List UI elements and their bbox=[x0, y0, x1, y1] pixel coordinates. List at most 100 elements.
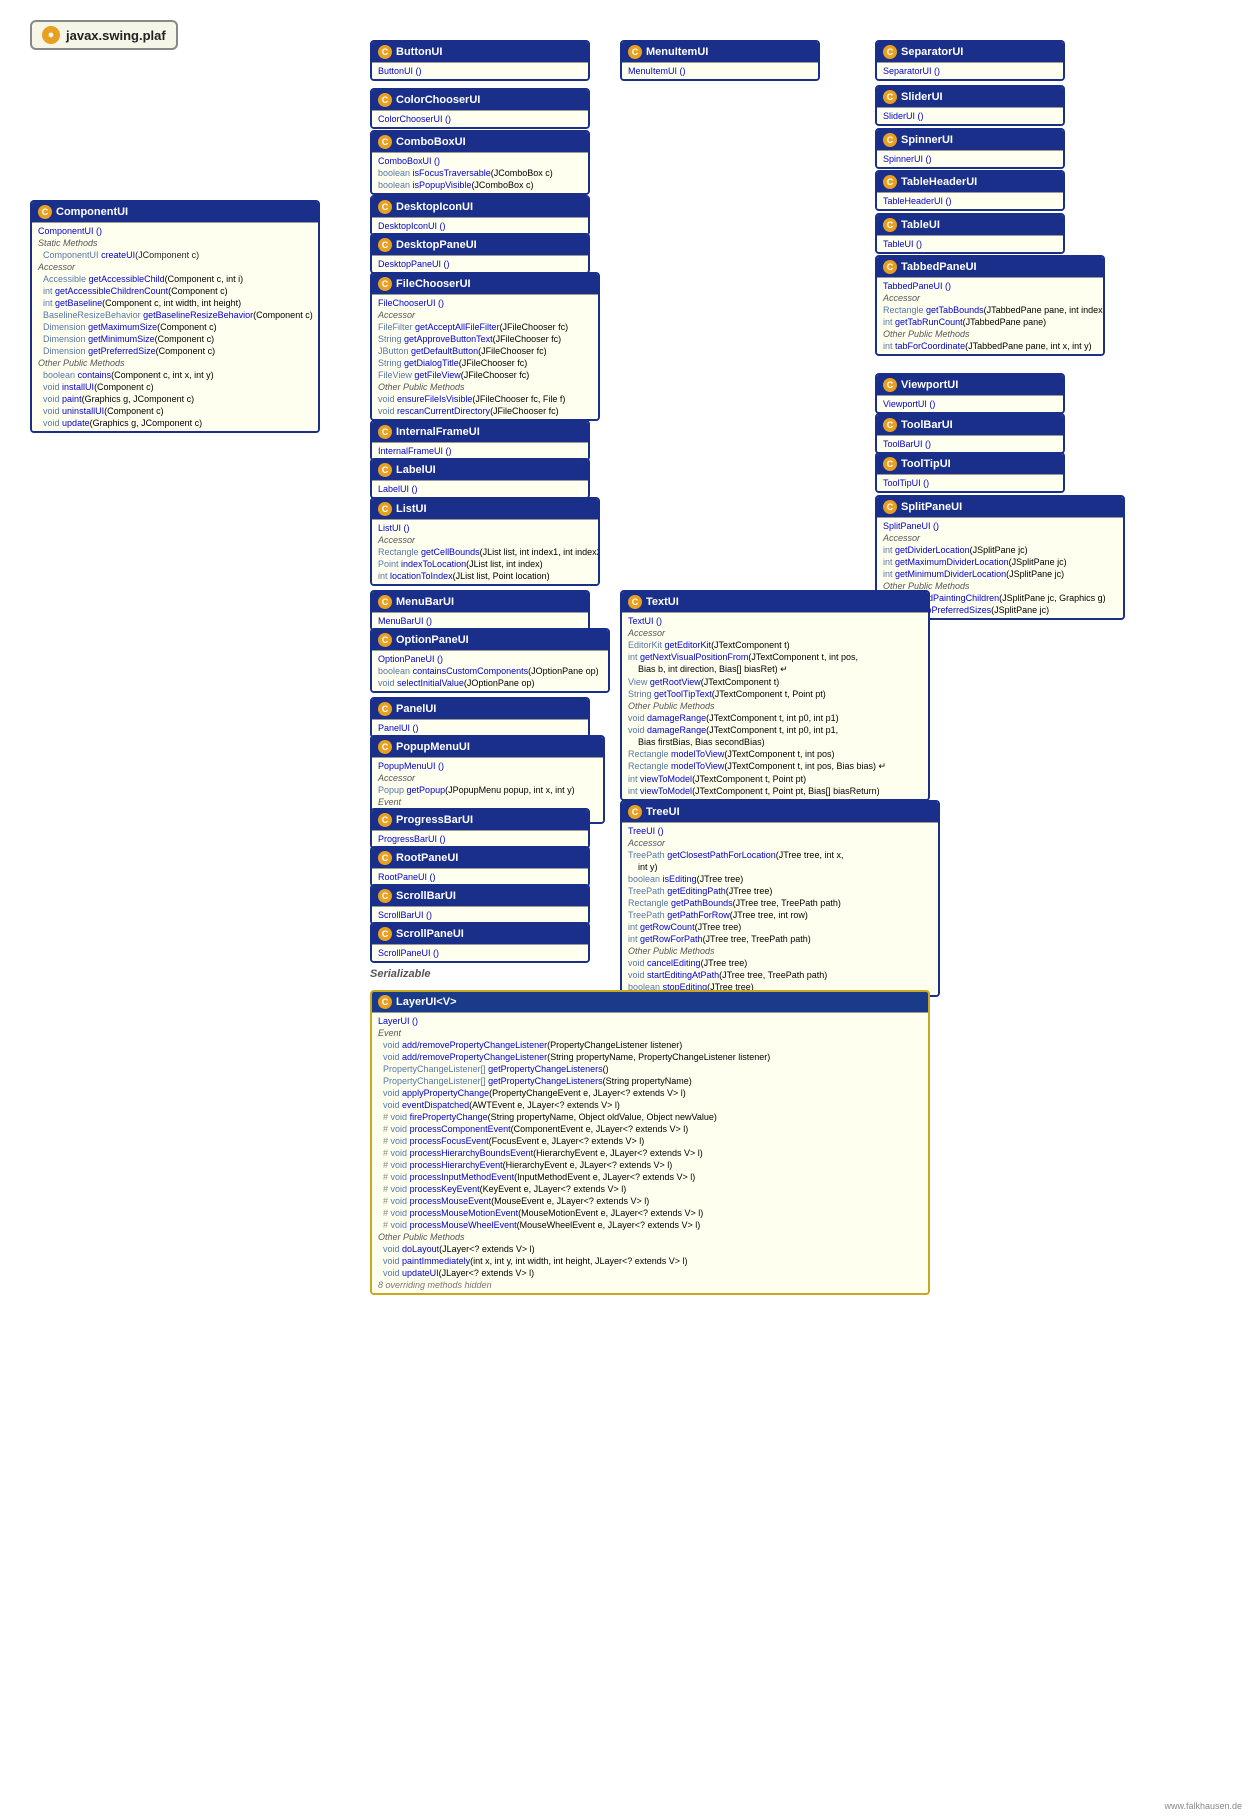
class-title-RootPaneUI: RootPaneUI bbox=[396, 852, 458, 864]
method-addRemovePropertyChangeListener1: void add/removePropertyChangeListener(Pr… bbox=[378, 1039, 922, 1051]
class-header-DesktopPaneUI: C DesktopPaneUI bbox=[372, 235, 588, 255]
method-overriding-hidden: 8 overriding methods hidden bbox=[378, 1279, 922, 1291]
class-body-SeparatorUI: SeparatorUI () bbox=[877, 62, 1063, 79]
class-icon-DesktopPaneUI: C bbox=[378, 238, 392, 252]
class-icon-PanelUI: C bbox=[378, 702, 392, 716]
class-LabelUI: C LabelUI LabelUI () bbox=[370, 458, 590, 499]
class-header-SeparatorUI: C SeparatorUI bbox=[877, 42, 1063, 62]
method-TableHeaderUI-constructor: TableHeaderUI () bbox=[883, 195, 1057, 207]
class-icon-MenuBarUI: C bbox=[378, 595, 392, 609]
class-header-ButtonUI: C ButtonUI bbox=[372, 42, 588, 62]
method-ComponentUI-constructor: ComponentUI () bbox=[38, 225, 312, 237]
class-icon-OptionPaneUI: C bbox=[378, 633, 392, 647]
class-icon-InternalFrameUI: C bbox=[378, 425, 392, 439]
class-title-ComboBoxUI: ComboBoxUI bbox=[396, 136, 466, 148]
class-title-ComponentUI: ComponentUI bbox=[56, 206, 128, 218]
class-title-TextUI: TextUI bbox=[646, 596, 679, 608]
class-ToolTipUI: C ToolTipUI ToolTipUI () bbox=[875, 452, 1065, 493]
class-icon-ComboBoxUI: C bbox=[378, 135, 392, 149]
diagram-container: ● javax.swing.plaf C ComponentUI Compone… bbox=[0, 0, 1252, 1819]
class-body-MenuItemUI: MenuItemUI () bbox=[622, 62, 818, 79]
class-LayerUI: C LayerUI<V> LayerUI () Event void add/r… bbox=[370, 990, 930, 1295]
method-processMouseEvent: # void processMouseEvent(MouseEvent e, J… bbox=[378, 1195, 922, 1207]
class-ProgressBarUI: C ProgressBarUI ProgressBarUI () bbox=[370, 808, 590, 849]
class-InternalFrameUI: C InternalFrameUI InternalFrameUI () bbox=[370, 420, 590, 461]
class-header-TableUI: C TableUI bbox=[877, 215, 1063, 235]
class-title-PanelUI: PanelUI bbox=[396, 703, 436, 715]
class-body-InternalFrameUI: InternalFrameUI () bbox=[372, 442, 588, 459]
method-ensureFileIsVisible: void ensureFileIsVisible(JFileChooser fc… bbox=[378, 393, 592, 405]
class-icon-ScrollPaneUI: C bbox=[378, 927, 392, 941]
method-getCellBounds: Rectangle getCellBounds(JList list, int … bbox=[378, 546, 592, 558]
method-viewToModel2: int viewToModel(JTextComponent t, Point … bbox=[628, 785, 922, 797]
method-getBaselineResizeBehavior: BaselineResizeBehavior getBaselineResize… bbox=[38, 309, 312, 321]
class-icon-TableUI: C bbox=[883, 218, 897, 232]
class-MenuItemUI: C MenuItemUI MenuItemUI () bbox=[620, 40, 820, 81]
class-title-ScrollBarUI: ScrollBarUI bbox=[396, 890, 456, 902]
class-title-SpinnerUI: SpinnerUI bbox=[901, 134, 953, 146]
method-ButtonUI-constructor: ButtonUI () bbox=[378, 65, 582, 77]
class-RootPaneUI: C RootPaneUI RootPaneUI () bbox=[370, 846, 590, 887]
class-header-ScrollPaneUI: C ScrollPaneUI bbox=[372, 924, 588, 944]
class-header-LayerUI: C LayerUI<V> bbox=[372, 992, 928, 1012]
method-locationToIndex: int locationToIndex(JList list, Point lo… bbox=[378, 570, 592, 582]
class-title-DesktopPaneUI: DesktopPaneUI bbox=[396, 239, 477, 251]
method-getMinimumDividerLocation: int getMinimumDividerLocation(JSplitPane… bbox=[883, 568, 1117, 580]
class-body-LayerUI: LayerUI () Event void add/removeProperty… bbox=[372, 1012, 928, 1293]
method-uninstallUI: void uninstallUI(Component c) bbox=[38, 405, 312, 417]
method-processInputMethodEvent: # void processInputMethodEvent(InputMeth… bbox=[378, 1171, 922, 1183]
method-getNextVisualPositionFrom: int getNextVisualPositionFrom(JTextCompo… bbox=[628, 651, 922, 663]
class-title-ButtonUI: ButtonUI bbox=[396, 46, 442, 58]
class-title-TreeUI: TreeUI bbox=[646, 806, 680, 818]
class-title-ViewportUI: ViewportUI bbox=[901, 379, 958, 391]
class-ComponentUI: C ComponentUI ComponentUI () Static Meth… bbox=[30, 200, 320, 433]
class-header-ViewportUI: C ViewportUI bbox=[877, 375, 1063, 395]
method-processMouseWheelEvent: # void processMouseWheelEvent(MouseWheel… bbox=[378, 1219, 922, 1231]
class-title-OptionPaneUI: OptionPaneUI bbox=[396, 634, 469, 646]
class-title-LayerUI: LayerUI<V> bbox=[396, 996, 457, 1008]
class-TreeUI: C TreeUI TreeUI () Accessor TreePath get… bbox=[620, 800, 940, 997]
class-body-MenuBarUI: MenuBarUI () bbox=[372, 612, 588, 629]
class-header-ComponentUI: C ComponentUI bbox=[32, 202, 318, 222]
class-title-TableHeaderUI: TableHeaderUI bbox=[901, 176, 977, 188]
method-ColorChooserUI-constructor: ColorChooserUI () bbox=[378, 113, 582, 125]
method-selectInitialValue: void selectInitialValue(JOptionPane op) bbox=[378, 677, 602, 689]
class-header-SplitPaneUI: C SplitPaneUI bbox=[877, 497, 1123, 517]
class-header-OptionPaneUI: C OptionPaneUI bbox=[372, 630, 608, 650]
method-getMinimumSize: Dimension getMinimumSize(Component c) bbox=[38, 333, 312, 345]
method-getTabRunCount: int getTabRunCount(JTabbedPane pane) bbox=[883, 316, 1097, 328]
method-getNextVisualPositionFrom2: Bias b, int direction, Bias[] biasRet) ↵ bbox=[628, 663, 922, 676]
class-body-TableHeaderUI: TableHeaderUI () bbox=[877, 192, 1063, 209]
class-icon-ButtonUI: C bbox=[378, 45, 392, 59]
class-title-ScrollPaneUI: ScrollPaneUI bbox=[396, 928, 464, 940]
class-ButtonUI: C ButtonUI ButtonUI () bbox=[370, 40, 590, 81]
class-header-FileChooserUI: C FileChooserUI bbox=[372, 274, 598, 294]
package-icon: ● bbox=[42, 26, 60, 44]
method-processMouseMotionEvent: # void processMouseMotionEvent(MouseMoti… bbox=[378, 1207, 922, 1219]
method-rescanCurrentDirectory: void rescanCurrentDirectory(JFileChooser… bbox=[378, 405, 592, 417]
class-ScrollPaneUI: C ScrollPaneUI ScrollPaneUI () bbox=[370, 922, 590, 963]
class-header-TabbedPaneUI: C TabbedPaneUI bbox=[877, 257, 1103, 277]
method-createUI: ComponentUI createUI(JComponent c) bbox=[38, 249, 312, 261]
class-TextUI: C TextUI TextUI () Accessor EditorKit ge… bbox=[620, 590, 930, 801]
class-SpinnerUI: C SpinnerUI SpinnerUI () bbox=[875, 128, 1065, 169]
package-label: ● javax.swing.plaf bbox=[30, 20, 178, 50]
method-OptionPaneUI-constructor: OptionPaneUI () bbox=[378, 653, 602, 665]
class-TabbedPaneUI: C TabbedPaneUI TabbedPaneUI () Accessor … bbox=[875, 255, 1105, 356]
class-body-TreeUI: TreeUI () Accessor TreePath getClosestPa… bbox=[622, 822, 938, 995]
method-InternalFrameUI-constructor: InternalFrameUI () bbox=[378, 445, 582, 457]
method-isEditing: boolean isEditing(JTree tree) bbox=[628, 873, 932, 885]
class-body-RootPaneUI: RootPaneUI () bbox=[372, 868, 588, 885]
method-getToolTipText: String getToolTipText(JTextComponent t, … bbox=[628, 688, 922, 700]
class-body-ToolTipUI: ToolTipUI () bbox=[877, 474, 1063, 491]
class-header-RootPaneUI: C RootPaneUI bbox=[372, 848, 588, 868]
class-title-TableUI: TableUI bbox=[901, 219, 940, 231]
method-getAccessibleChildrenCount: int getAccessibleChildrenCount(Component… bbox=[38, 285, 312, 297]
class-TableUI: C TableUI TableUI () bbox=[875, 213, 1065, 254]
class-title-ColorChooserUI: ColorChooserUI bbox=[396, 94, 480, 106]
class-TableHeaderUI: C TableHeaderUI TableHeaderUI () bbox=[875, 170, 1065, 211]
class-title-SliderUI: SliderUI bbox=[901, 91, 943, 103]
method-doLayout: void doLayout(JLayer<? extends V> l) bbox=[378, 1243, 922, 1255]
class-icon-ToolTipUI: C bbox=[883, 457, 897, 471]
method-PanelUI-constructor: PanelUI () bbox=[378, 722, 582, 734]
